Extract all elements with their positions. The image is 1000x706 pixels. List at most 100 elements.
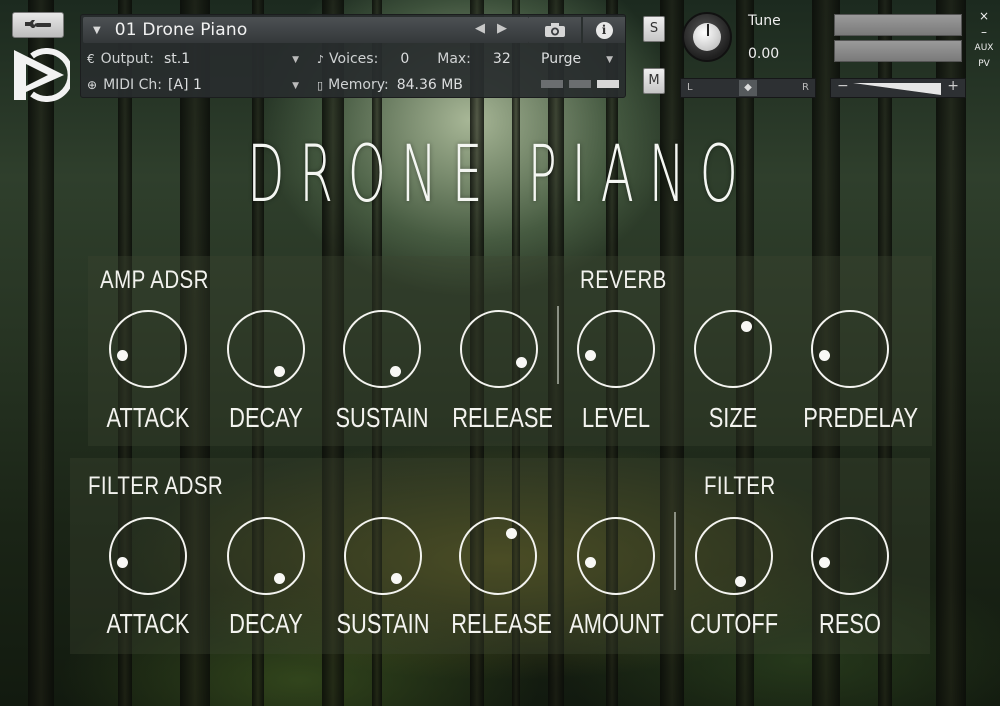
filter-cutoff-label: CUTOFF [689,608,779,639]
camera-icon [545,23,565,37]
purge-dropdown-icon: ▼ [606,55,613,65]
knob-indicator [273,573,285,585]
filter-amount-label: AMOUNT [569,608,664,639]
knob-indicator [819,350,831,362]
pan-slider[interactable]: L ◆ R [680,78,816,98]
amp-release-knob[interactable] [460,310,538,388]
knob-indicator [819,557,831,569]
snapshot-button[interactable] [529,17,581,43]
tune-value[interactable]: 0.00 [748,46,779,62]
filter-attack-knob[interactable] [109,517,187,595]
purge-indicator [541,80,619,88]
memory-label: Memory: [328,77,389,93]
reverb-size-label: SIZE [708,402,758,433]
knob-indicator [273,366,285,378]
pan-left-label: L [687,82,693,93]
filter-decay-label: DECAY [229,608,303,639]
reverb-predelay-label: PREDELAY [803,402,919,433]
filter-decay-knob[interactable] [227,517,305,595]
filter-label: FILTER [704,472,776,500]
voices-icon: ♪ [317,52,325,66]
filter-attack-label: ATTACK [106,608,190,639]
aux-button[interactable]: AUX [972,40,996,56]
knob-indicator [505,527,517,539]
volume-plus-label: + [947,78,959,94]
purge-menu[interactable]: Purge ▼ [533,47,623,71]
pan-right-label: R [802,82,809,93]
prev-next-arrows-icon[interactable]: ◀▶ [475,21,519,36]
voices-value: 0 [400,51,410,67]
solo-button[interactable]: S [643,16,665,42]
brand-logo-icon [14,48,70,102]
knob-indicator [117,350,129,362]
close-button[interactable]: × [972,8,996,24]
midi-value: [A] 1 [168,77,202,93]
minimize-button[interactable]: – [972,24,996,40]
info-icon: i [595,21,613,39]
volume-slider[interactable]: − + [830,78,966,98]
pan-handle-icon[interactable]: ◆ [739,80,757,96]
memory-display: ▯ Memory: 84.36 MB [317,73,517,97]
output-label: Output: [100,51,154,67]
section-divider [557,306,559,384]
reverb-level-knob[interactable] [577,310,655,388]
amp-adsr-label: AMP ADSR [100,266,209,294]
level-meter-left [834,14,962,36]
knob-indicator [389,366,401,378]
reverb-level-label: LEVEL [581,402,650,433]
amp-sustain-label: SUSTAIN [335,402,429,433]
wrench-icon [25,20,51,28]
filter-reso-knob[interactable] [811,517,889,595]
purge-label: Purge [541,51,582,67]
max-label: Max: [437,51,471,67]
reverb-predelay-knob[interactable] [811,310,889,388]
midi-channel-selector[interactable]: ⊕ MIDI Ch: [A] 1 ▼ [87,73,309,97]
output-value: st.1 [164,51,191,67]
amp-attack-knob[interactable] [109,310,187,388]
mute-button[interactable]: M [643,68,665,94]
filter-reso-label: RESO [819,608,881,639]
info-button[interactable]: i [583,17,625,43]
output-selector[interactable]: € Output: st.1 ▼ [87,47,309,71]
filter-amount-knob[interactable] [577,517,655,595]
knob-indicator [585,350,597,362]
reverb-size-knob[interactable] [694,310,772,388]
knob-indicator [735,575,747,587]
amp-sustain-knob[interactable] [343,310,421,388]
level-meter-right [834,40,962,62]
filter-sustain-knob[interactable] [344,517,422,595]
knob-indicator [516,356,528,368]
filter-release-label: RELEASE [451,608,552,639]
amp-decay-knob[interactable] [227,310,305,388]
instrument-header: ▼ 01 Drone Piano ◀▶ i € Output: st.1 ▼ ♪… [0,0,1000,104]
filter-sustain-label: SUSTAIN [336,608,430,639]
pv-button[interactable]: PV [972,56,996,72]
amp-attack-label: ATTACK [106,402,190,433]
filter-release-knob[interactable] [459,517,537,595]
max-voices-value[interactable]: 32 [493,51,511,67]
midi-icon: ⊕ [87,78,98,92]
filter-cutoff-knob[interactable] [695,517,773,595]
amp-release-label: RELEASE [452,402,553,433]
output-icon: € [87,52,95,66]
instrument-title: DRONE PIANO [247,130,753,220]
voices-label: Voices: [329,51,379,67]
dropdown-arrow-icon: ▼ [292,55,299,65]
volume-ramp [853,83,941,95]
knob-indicator [390,573,402,585]
instrument-title-bar: ▼ 01 Drone Piano ◀▶ [83,17,529,43]
collapse-arrow-icon[interactable]: ▼ [93,25,101,36]
tune-knob[interactable] [682,12,732,62]
midi-label: MIDI Ch: [103,77,162,93]
volume-minus-label: − [837,78,849,94]
tune-label: Tune [748,13,781,29]
voices-display: ♪ Voices: 0 Max: 32 [317,47,517,71]
memory-value: 84.36 MB [396,77,463,93]
filter-adsr-label: FILTER ADSR [88,472,224,500]
window-controls: × – AUX PV [972,8,996,72]
knob-indicator [740,320,752,332]
instrument-name[interactable]: 01 Drone Piano [115,20,248,40]
dropdown-arrow-icon: ▼ [292,81,299,91]
wrench-button[interactable] [12,12,64,38]
knob-indicator [585,557,597,569]
